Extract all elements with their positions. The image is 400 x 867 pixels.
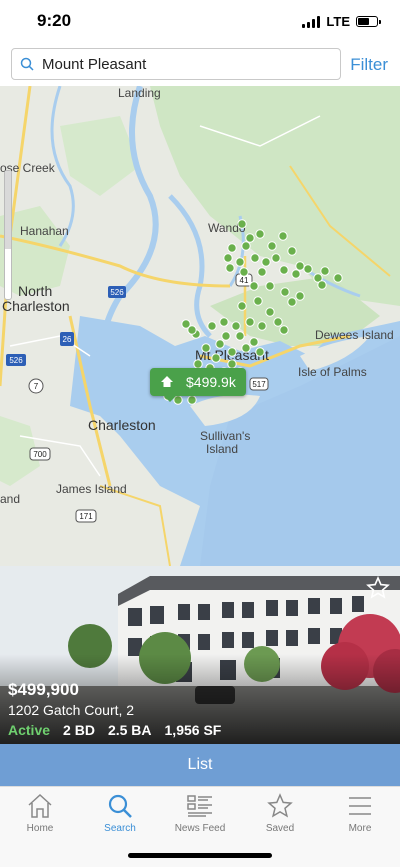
listing-card[interactable]: $499,900 1202 Gatch Court, 2 Active 2 BD… [0, 566, 400, 744]
listing-marker[interactable] [257, 321, 267, 331]
network-label: LTE [326, 14, 350, 29]
listing-markers [163, 219, 343, 405]
listing-marker[interactable] [237, 301, 247, 311]
listing-marker[interactable] [187, 325, 197, 335]
listing-marker[interactable] [245, 317, 255, 327]
home-icon [28, 793, 52, 818]
news-feed-icon [187, 795, 212, 817]
filter-button[interactable]: Filter [350, 55, 388, 75]
listing-marker[interactable] [287, 297, 297, 307]
tab-label: Saved [265, 823, 295, 834]
tab-label: Home [26, 823, 54, 834]
listing-marker[interactable] [215, 339, 225, 349]
listing-marker[interactable] [303, 264, 313, 274]
listing-marker[interactable] [255, 229, 265, 239]
listing-marker[interactable] [287, 246, 297, 256]
listing-marker[interactable] [201, 343, 211, 353]
zoom-slider-thumb[interactable] [5, 171, 11, 249]
listing-marker[interactable] [257, 267, 267, 277]
tab-more[interactable]: More [320, 793, 400, 834]
tab-search[interactable]: Search [80, 793, 160, 834]
listing-marker[interactable] [219, 317, 229, 327]
listing-marker[interactable] [239, 267, 249, 277]
price-pin-label: $499.9k [186, 374, 236, 390]
listing-marker[interactable] [255, 347, 265, 357]
status-time: 9:20 [37, 11, 72, 30]
home-indicator [128, 853, 272, 858]
tab-label: More [348, 823, 372, 834]
listing-beds: 2 BD [63, 722, 95, 738]
listing-marker[interactable] [317, 280, 327, 290]
listing-marker[interactable] [249, 281, 259, 291]
listing-status: Active [8, 722, 51, 738]
listing-marker[interactable] [187, 395, 197, 405]
status-bar: 9:20 LTE [0, 0, 400, 44]
tab-label: Search [104, 823, 136, 834]
listing-marker[interactable] [280, 287, 290, 297]
listing-marker[interactable] [227, 347, 237, 357]
listing-marker[interactable] [267, 241, 277, 251]
listing-marker[interactable] [207, 321, 217, 331]
listing-marker[interactable] [241, 343, 251, 353]
listing-marker[interactable] [265, 307, 275, 317]
listing-marker[interactable] [333, 273, 343, 283]
listing-marker[interactable] [235, 331, 245, 341]
search-bar: Filter [0, 44, 400, 86]
favorite-star-icon[interactable] [366, 576, 390, 600]
listing-marker[interactable] [227, 359, 237, 369]
status-indicators: LTE [302, 14, 381, 29]
search-icon [20, 57, 34, 71]
tab-news-feed[interactable]: News Feed [160, 793, 240, 834]
listing-marker[interactable] [291, 269, 301, 279]
listing-marker[interactable] [237, 219, 247, 229]
selected-price-pin[interactable]: $499.9k [150, 368, 246, 402]
listing-marker[interactable] [271, 253, 281, 263]
listing-marker[interactable] [193, 359, 203, 369]
list-view-button[interactable]: List [0, 744, 400, 786]
listing-marker[interactable] [227, 243, 237, 253]
listing-sqft: 1,956 SF [164, 722, 222, 738]
star-icon [267, 793, 293, 818]
listing-marker[interactable] [253, 296, 263, 306]
tab-saved[interactable]: Saved [240, 793, 320, 834]
listing-marker[interactable] [241, 241, 251, 251]
listing-marker[interactable] [278, 231, 288, 241]
listing-marker[interactable] [225, 263, 235, 273]
listing-marker[interactable] [295, 291, 305, 301]
listing-marker[interactable] [245, 233, 255, 243]
home-pin-icon [161, 376, 173, 387]
signal-icon [302, 15, 321, 28]
listing-marker[interactable] [250, 253, 260, 263]
battery-icon [356, 16, 381, 27]
listing-marker[interactable] [249, 337, 259, 347]
listing-marker[interactable] [295, 261, 305, 271]
listing-marker[interactable] [235, 257, 245, 267]
search-icon [108, 794, 132, 818]
zoom-slider[interactable] [4, 170, 12, 300]
tab-label: News Feed [174, 823, 226, 834]
map-view[interactable]: 526 526 26 41 517 7 700 171 Landing ose … [0, 86, 400, 566]
listing-marker[interactable] [265, 281, 275, 291]
tab-home[interactable]: Home [0, 793, 80, 834]
search-input[interactable] [40, 54, 324, 74]
listing-marker[interactable] [221, 331, 231, 341]
listing-marker[interactable] [279, 265, 289, 275]
listing-marker[interactable] [211, 353, 221, 363]
menu-icon [349, 797, 371, 815]
listing-marker[interactable] [231, 321, 241, 331]
listing-marker[interactable] [279, 325, 289, 335]
listing-stats: Active 2 BD 2.5 BA 1,956 SF [8, 722, 221, 738]
search-box[interactable] [11, 48, 341, 80]
listing-baths: 2.5 BA [107, 722, 152, 738]
listing-address: 1202 Gatch Court, 2 [8, 702, 135, 718]
listing-marker[interactable] [273, 317, 283, 327]
listing-price: $499,900 [8, 680, 79, 699]
listing-marker[interactable] [223, 253, 233, 263]
listing-marker[interactable] [261, 257, 271, 267]
listing-marker[interactable] [320, 266, 330, 276]
